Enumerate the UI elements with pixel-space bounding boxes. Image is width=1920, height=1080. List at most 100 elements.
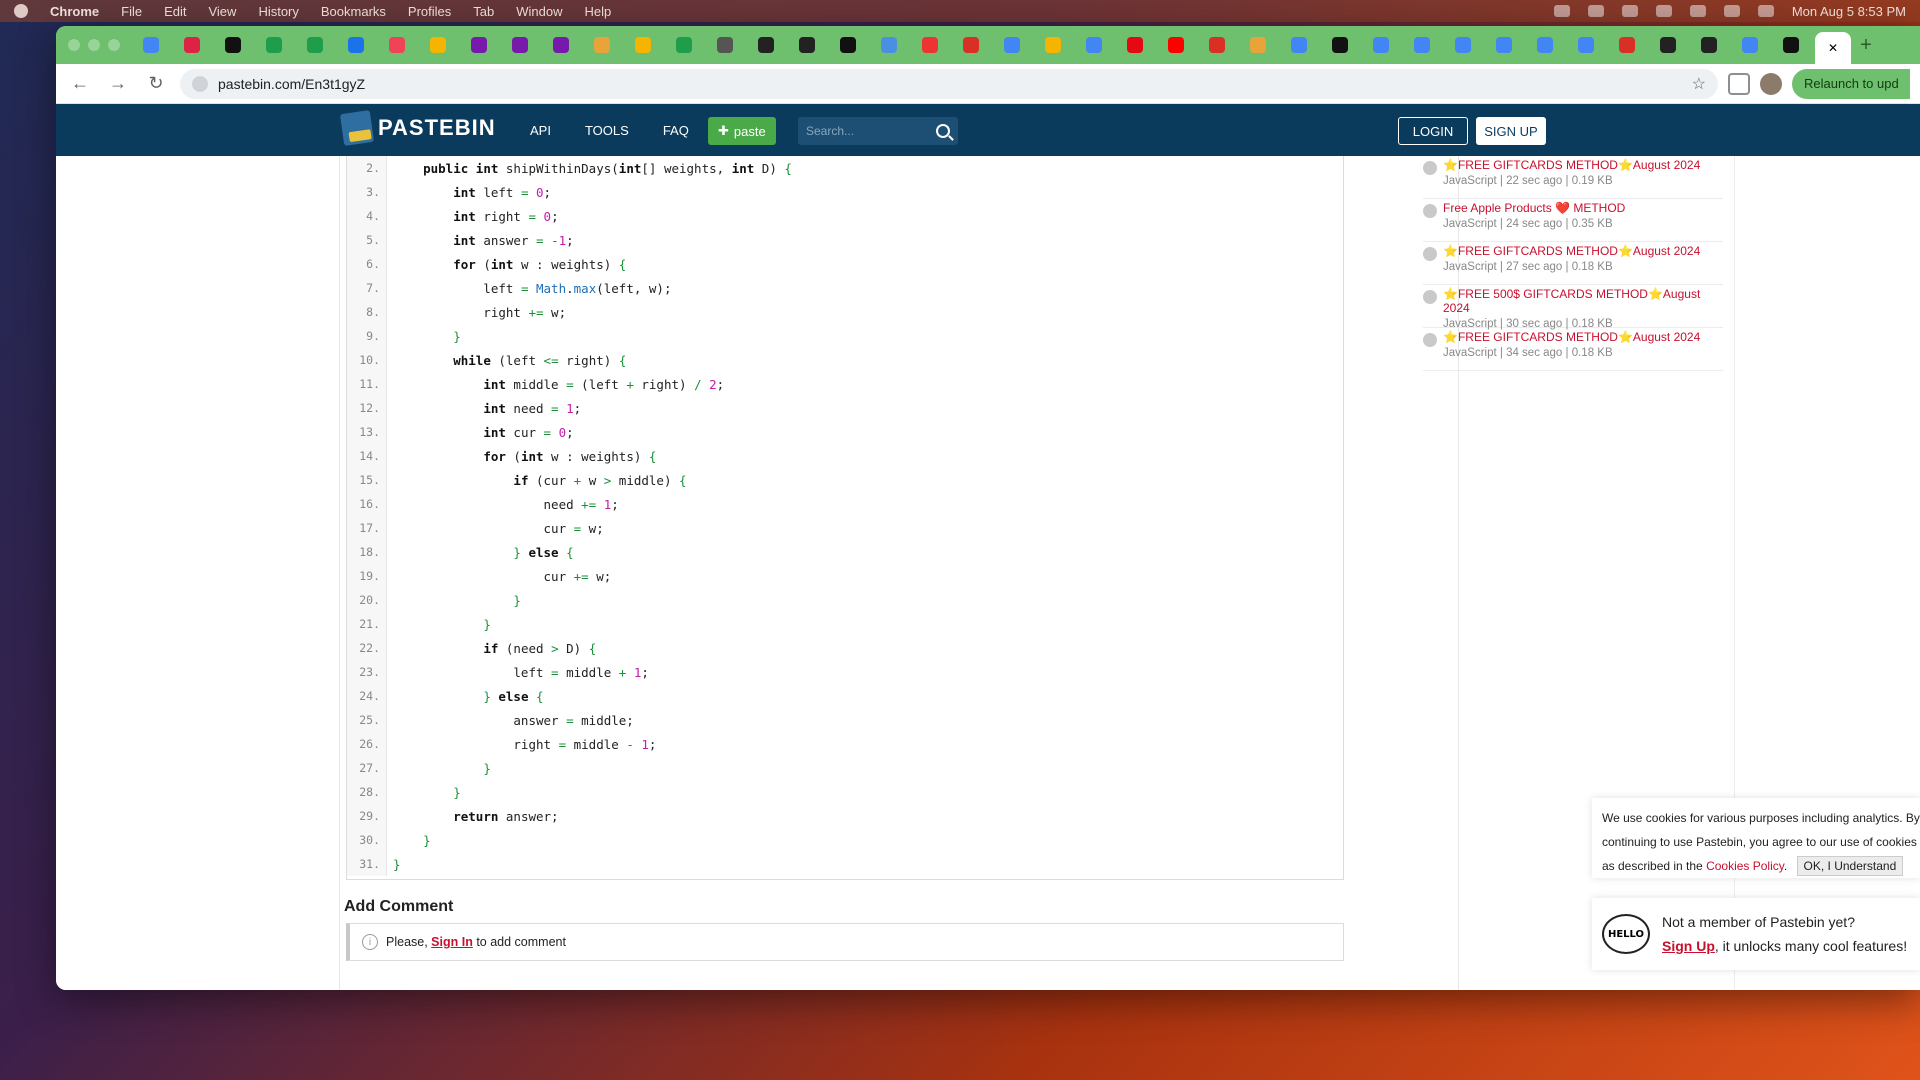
tab-drive[interactable] [626, 31, 660, 59]
menu-app[interactable]: Chrome [50, 4, 99, 19]
tab-github[interactable] [1692, 31, 1726, 59]
public-paste-title[interactable]: ⭐FREE 500$ GIFTCARDS METHOD⭐August 2024 [1443, 287, 1723, 315]
tab-google[interactable] [1405, 31, 1439, 59]
nav-tools[interactable]: TOOLS [585, 123, 629, 138]
public-paste-title[interactable]: ⭐FREE GIFTCARDS METHOD⭐August 2024 [1443, 330, 1700, 344]
tab-openai[interactable] [831, 31, 865, 59]
tab-google[interactable] [1569, 31, 1603, 59]
menu-view[interactable]: View [208, 4, 236, 19]
reload-icon[interactable]: ↻ [142, 70, 170, 98]
minimize-window-button[interactable] [88, 39, 100, 51]
tab-openai[interactable] [1774, 31, 1808, 59]
profile-avatar[interactable] [1760, 72, 1782, 95]
apple-icon[interactable] [14, 4, 28, 18]
tab-leetcode[interactable] [1241, 31, 1275, 59]
menu-help[interactable]: Help [585, 4, 612, 19]
menubar-clock[interactable]: Mon Aug 5 8:53 PM [1792, 4, 1906, 19]
menu-bookmarks[interactable]: Bookmarks [321, 4, 386, 19]
tab-gmail[interactable] [954, 31, 988, 59]
menu-file[interactable]: File [121, 4, 142, 19]
back-icon[interactable]: ← [66, 70, 94, 98]
login-button[interactable]: LOGIN [1398, 117, 1468, 145]
sign-in-link[interactable]: Sign In [431, 935, 473, 949]
tab-notion[interactable] [1323, 31, 1357, 59]
cookies-policy-link[interactable]: Cookies Policy [1706, 859, 1784, 873]
close-tab-icon[interactable]: ✕ [1828, 41, 1838, 55]
menu-window[interactable]: Window [516, 4, 562, 19]
tab-google[interactable] [1446, 31, 1480, 59]
member-signup-link[interactable]: Sign Up [1662, 938, 1715, 954]
site-info-icon[interactable] [192, 75, 208, 92]
public-paste-item[interactable]: ⭐FREE GIFTCARDS METHOD⭐August 2024 JavaSc… [1423, 328, 1723, 371]
public-paste-title[interactable]: Free Apple Products ❤️ METHOD [1443, 201, 1625, 215]
tab-onenote[interactable] [462, 31, 496, 59]
menu-tab[interactable]: Tab [473, 4, 494, 19]
tab-youtube[interactable] [1159, 31, 1193, 59]
tab-sheets[interactable] [257, 31, 291, 59]
tab-gmail[interactable] [1200, 31, 1234, 59]
tab-sheets[interactable] [667, 31, 701, 59]
keyboard-input-icon[interactable] [1587, 5, 1604, 17]
tab-docs[interactable] [1733, 31, 1767, 59]
tab-gmail[interactable] [1610, 31, 1644, 59]
control-center-icon[interactable] [1757, 5, 1774, 17]
public-paste-item[interactable]: Free Apple Products ❤️ METHOD JavaScript … [1423, 199, 1723, 242]
tab-docs[interactable] [1077, 31, 1111, 59]
tab-drive[interactable] [1036, 31, 1070, 59]
wifi-icon[interactable] [1689, 5, 1706, 17]
public-paste-item[interactable]: ⭐FREE GIFTCARDS METHOD⭐August 2024 JavaSc… [1423, 242, 1723, 285]
status-icon[interactable] [1553, 5, 1570, 17]
tab-google[interactable] [134, 31, 168, 59]
tab-sheets[interactable] [298, 31, 332, 59]
tab-leetcode[interactable] [585, 31, 619, 59]
close-window-button[interactable] [68, 39, 80, 51]
tab-pill[interactable] [380, 31, 414, 59]
menu-history[interactable]: History [258, 4, 298, 19]
window-controls [68, 39, 120, 51]
cookie-ok-button[interactable]: OK, I Understand [1796, 856, 1904, 876]
extensions-icon[interactable] [1728, 72, 1750, 95]
relaunch-button[interactable]: Relaunch to upd [1792, 68, 1910, 99]
tab-google[interactable] [995, 31, 1029, 59]
tab-github[interactable] [749, 31, 783, 59]
nav-api[interactable]: API [530, 123, 551, 138]
tab-gift[interactable] [175, 31, 209, 59]
address-bar[interactable]: pastebin.com/En3t1gyZ ☆ [180, 68, 1718, 99]
public-paste-title[interactable]: ⭐FREE GIFTCARDS METHOD⭐August 2024 [1443, 158, 1700, 172]
tab-google[interactable] [1487, 31, 1521, 59]
media-icon[interactable] [1621, 5, 1638, 17]
tab-github[interactable] [1651, 31, 1685, 59]
public-paste-item[interactable]: ⭐FREE 500$ GIFTCARDS METHOD⭐August 2024 J… [1423, 285, 1723, 330]
tab-globe[interactable] [872, 31, 906, 59]
tab-github[interactable] [790, 31, 824, 59]
tab-active[interactable]: ✕ [1815, 32, 1851, 64]
tab-chart[interactable] [913, 31, 947, 59]
menu-edit[interactable]: Edit [164, 4, 186, 19]
url-text[interactable]: pastebin.com/En3t1gyZ [218, 76, 1682, 92]
tab-google[interactable] [1364, 31, 1398, 59]
tab-netflix[interactable] [1118, 31, 1152, 59]
new-tab-button[interactable]: + [1852, 34, 1880, 57]
public-paste-title[interactable]: ⭐FREE GIFTCARDS METHOD⭐August 2024 [1443, 244, 1700, 258]
nav-faq[interactable]: FAQ [663, 123, 689, 138]
tab-onenote[interactable] [544, 31, 578, 59]
spotlight-icon[interactable] [1723, 5, 1740, 17]
search-icon[interactable] [936, 124, 950, 138]
tab-drive[interactable] [421, 31, 455, 59]
battery-icon[interactable] [1655, 5, 1672, 17]
tab-refresh[interactable] [339, 31, 373, 59]
signup-button[interactable]: SIGN UP [1476, 117, 1546, 145]
tab-onenote[interactable] [503, 31, 537, 59]
pastebin-logo[interactable]: PASTEBIN [339, 110, 496, 146]
tab-calendar[interactable] [1282, 31, 1316, 59]
public-paste-item[interactable]: ⭐FREE GIFTCARDS METHOD⭐August 2024 JavaSc… [1423, 156, 1723, 199]
forward-icon[interactable]: → [104, 70, 132, 98]
tab-google[interactable] [1528, 31, 1562, 59]
bookmark-star-icon[interactable]: ☆ [1692, 74, 1706, 94]
tab-rocket[interactable] [708, 31, 742, 59]
zoom-window-button[interactable] [108, 39, 120, 51]
menu-profiles[interactable]: Profiles [408, 4, 451, 19]
tab-openai[interactable] [216, 31, 250, 59]
search-input[interactable]: Search... [798, 117, 958, 145]
new-paste-button[interactable]: ✚ paste [708, 117, 776, 145]
